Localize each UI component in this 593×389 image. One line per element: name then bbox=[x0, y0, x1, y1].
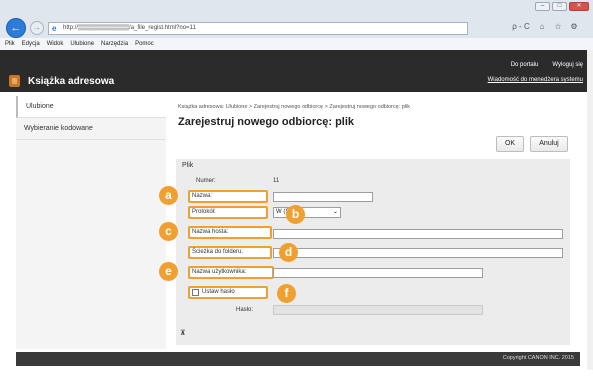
number-value: 11 bbox=[273, 178, 280, 184]
maximize-button[interactable]: □ bbox=[552, 2, 567, 11]
name-input[interactable] bbox=[273, 192, 373, 202]
badge-a: a bbox=[159, 186, 178, 205]
main-content: Książka adresowa: Ulubione > Zarejestruj… bbox=[159, 96, 580, 349]
minimize-button[interactable]: – bbox=[535, 2, 550, 11]
page-scrollbar[interactable] bbox=[587, 50, 593, 370]
menu-help[interactable]: Pomoc bbox=[135, 38, 154, 50]
user-name-label: Nazwa użytkownika: bbox=[192, 269, 247, 275]
portal-link[interactable]: Do portalu bbox=[511, 62, 539, 68]
name-label-highlight: Nazwa: bbox=[188, 190, 268, 203]
protocol-select[interactable]: W (SMB) ⌄ bbox=[273, 207, 341, 218]
forward-arrow-icon[interactable]: → bbox=[30, 21, 44, 35]
copyright-text: Copyright CANON INC. 2015 bbox=[502, 355, 574, 361]
folder-path-label: Ścieżka do folderu: bbox=[192, 249, 244, 255]
host-name-input[interactable] bbox=[273, 229, 563, 239]
app-header: Książka adresowa Do portalu Wyloguj się … bbox=[0, 50, 593, 92]
sidebar-item-favorites[interactable]: Ulubione bbox=[16, 96, 166, 118]
folder-label-highlight: Ścieżka do folderu: bbox=[188, 246, 272, 259]
sidebar-item-coded-dial[interactable]: Wybieranie kodowane bbox=[16, 118, 166, 140]
breadcrumb: Książka adresowa: Ulubione > Zarejestruj… bbox=[178, 104, 411, 110]
address-bar[interactable]: e http://▒▒▒▒▒▒▒▒▒▒▒▒/a_file_regist.html… bbox=[48, 22, 468, 35]
name-label: Nazwa: bbox=[192, 193, 213, 199]
badge-b: b bbox=[286, 205, 305, 224]
badge-f: f bbox=[277, 284, 296, 303]
badge-d: d bbox=[279, 243, 298, 262]
number-label: Numer: bbox=[196, 178, 216, 184]
back-arrow-icon[interactable]: ← bbox=[6, 18, 26, 38]
window-controls: – □ ✕ bbox=[535, 2, 589, 11]
panel-title: Plik bbox=[182, 162, 194, 169]
set-password-checkbox[interactable] bbox=[192, 289, 199, 296]
page-title: Zarejestruj nowego odbiorcę: plik bbox=[178, 116, 355, 128]
badge-c: c bbox=[159, 222, 178, 241]
search-refresh-icon[interactable]: ρ - C bbox=[510, 22, 532, 31]
set-password-highlight: Ustaw hasło bbox=[188, 286, 268, 299]
nav-buttons: ← → bbox=[6, 18, 44, 38]
logout-link[interactable]: Wyloguj się bbox=[552, 62, 583, 68]
folder-path-input[interactable] bbox=[273, 248, 563, 258]
ok-button[interactable]: OK bbox=[496, 136, 524, 152]
message-to-admin-link[interactable]: Wiadomość do menedżera systemu bbox=[488, 77, 583, 83]
menu-tools[interactable]: Narzędzia bbox=[101, 38, 128, 50]
chevron-down-icon: ⌄ bbox=[332, 209, 338, 215]
set-password-label: Ustaw hasło bbox=[202, 289, 235, 295]
browser-chrome: – □ ✕ ← → e http://▒▒▒▒▒▒▒▒▒▒▒▒/a_file_r… bbox=[0, 0, 593, 50]
protocol-label: Protokół: bbox=[192, 209, 216, 215]
file-settings-panel: Plik Numer: 11 a Nazwa: Protokół: W (SMB… bbox=[159, 159, 570, 345]
address-tools: ρ - C ⌂ ☆ ⚙ bbox=[510, 22, 580, 31]
password-input[interactable] bbox=[273, 305, 483, 315]
password-label: Hasło: bbox=[236, 307, 254, 313]
address-book-icon bbox=[9, 75, 20, 87]
menu-file[interactable]: Plik bbox=[5, 38, 15, 50]
user-label-highlight: Nazwa użytkownika: bbox=[188, 266, 274, 279]
menu-edit[interactable]: Edycja bbox=[22, 38, 40, 50]
footer: Copyright CANON INC. 2015 bbox=[16, 352, 580, 366]
badge-e: e bbox=[159, 262, 178, 281]
url-text: http://▒▒▒▒▒▒▒▒▒▒▒▒/a_file_regist.html?n… bbox=[63, 25, 196, 31]
settings-gear-icon[interactable]: ⚙ bbox=[568, 22, 580, 31]
menu-favorites[interactable]: Ulubione bbox=[70, 38, 94, 50]
collapse-up-icon[interactable]: ⊼ bbox=[180, 329, 186, 337]
home-icon[interactable]: ⌂ bbox=[536, 22, 548, 31]
menu-bar: Plik Edycja Widok Ulubione Narzędzia Pom… bbox=[0, 38, 593, 50]
host-label: Nazwa hosta: bbox=[192, 229, 229, 235]
browser-logo-icon: e bbox=[52, 24, 57, 33]
app-title: Książka adresowa bbox=[28, 76, 115, 87]
protocol-label-highlight: Protokół: bbox=[188, 206, 268, 219]
menu-view[interactable]: Widok bbox=[47, 38, 64, 50]
close-button[interactable]: ✕ bbox=[569, 2, 589, 11]
user-name-input[interactable] bbox=[273, 268, 483, 278]
sidebar: Ulubione Wybieranie kodowane bbox=[16, 96, 166, 349]
header-links: Do portalu Wyloguj się bbox=[511, 62, 583, 68]
host-label-highlight: Nazwa hosta: bbox=[188, 226, 272, 239]
cancel-button[interactable]: Anuluj bbox=[530, 136, 568, 152]
favorites-star-icon[interactable]: ☆ bbox=[552, 22, 564, 31]
